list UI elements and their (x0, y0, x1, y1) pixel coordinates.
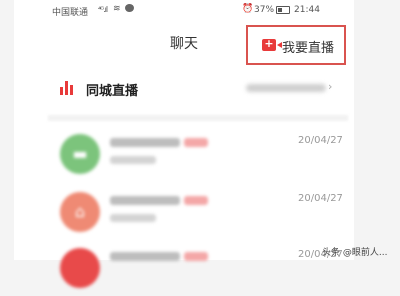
battery-percent: 37% (254, 5, 275, 15)
wifi-icon: ≋ (113, 4, 121, 14)
avatar: ⌂ (60, 192, 100, 232)
live-bars-icon (60, 81, 76, 95)
avatar (60, 248, 100, 288)
list-item[interactable]: 20/04/27 (48, 240, 348, 296)
status-time: 21:44 (294, 5, 320, 15)
list-item[interactable]: ⌂ 20/04/27 (48, 184, 348, 240)
alarm-icon: ⏰ (242, 4, 254, 14)
home-icon: ⌂ (74, 202, 86, 221)
video-camera-icon: + (262, 37, 282, 51)
phone-screen: 中国联通 ⁴ᴳ.ıl ≋ ⏰ 37% 21:44 聊天 + 我要直播 同城直播 … (14, 0, 354, 288)
signal-icon: ⁴ᴳ.ıl (98, 5, 108, 14)
subtitle-blurred (110, 214, 156, 222)
go-live-button[interactable]: + 我要直播 (246, 25, 346, 65)
list-item[interactable]: ▬ 20/04/27 (48, 126, 348, 182)
name-blurred (110, 196, 180, 205)
item-date: 20/04/27 (298, 193, 343, 204)
divider (48, 115, 348, 121)
notification-chat-icon (125, 4, 134, 12)
page-title: 聊天 (170, 36, 198, 52)
tag-blurred (184, 196, 208, 205)
go-live-label: 我要直播 (282, 41, 335, 56)
name-blurred (110, 138, 180, 147)
item-date: 20/04/27 (298, 135, 343, 146)
chevron-right-icon[interactable]: › (328, 80, 332, 93)
battery-icon (276, 6, 290, 14)
status-bar: 中国联通 ⁴ᴳ.ıl ≋ ⏰ 37% 21:44 (14, 0, 354, 22)
section-more-blurred[interactable] (246, 84, 326, 92)
carrier-name: 中国联通 (52, 8, 89, 18)
section-title[interactable]: 同城直播 (86, 80, 138, 99)
watermark: 头条 @眼前人... (322, 248, 388, 258)
chat-icon: ▬ (72, 144, 88, 163)
avatar: ▬ (60, 134, 100, 174)
tag-blurred (184, 138, 208, 147)
subtitle-blurred (110, 156, 156, 164)
